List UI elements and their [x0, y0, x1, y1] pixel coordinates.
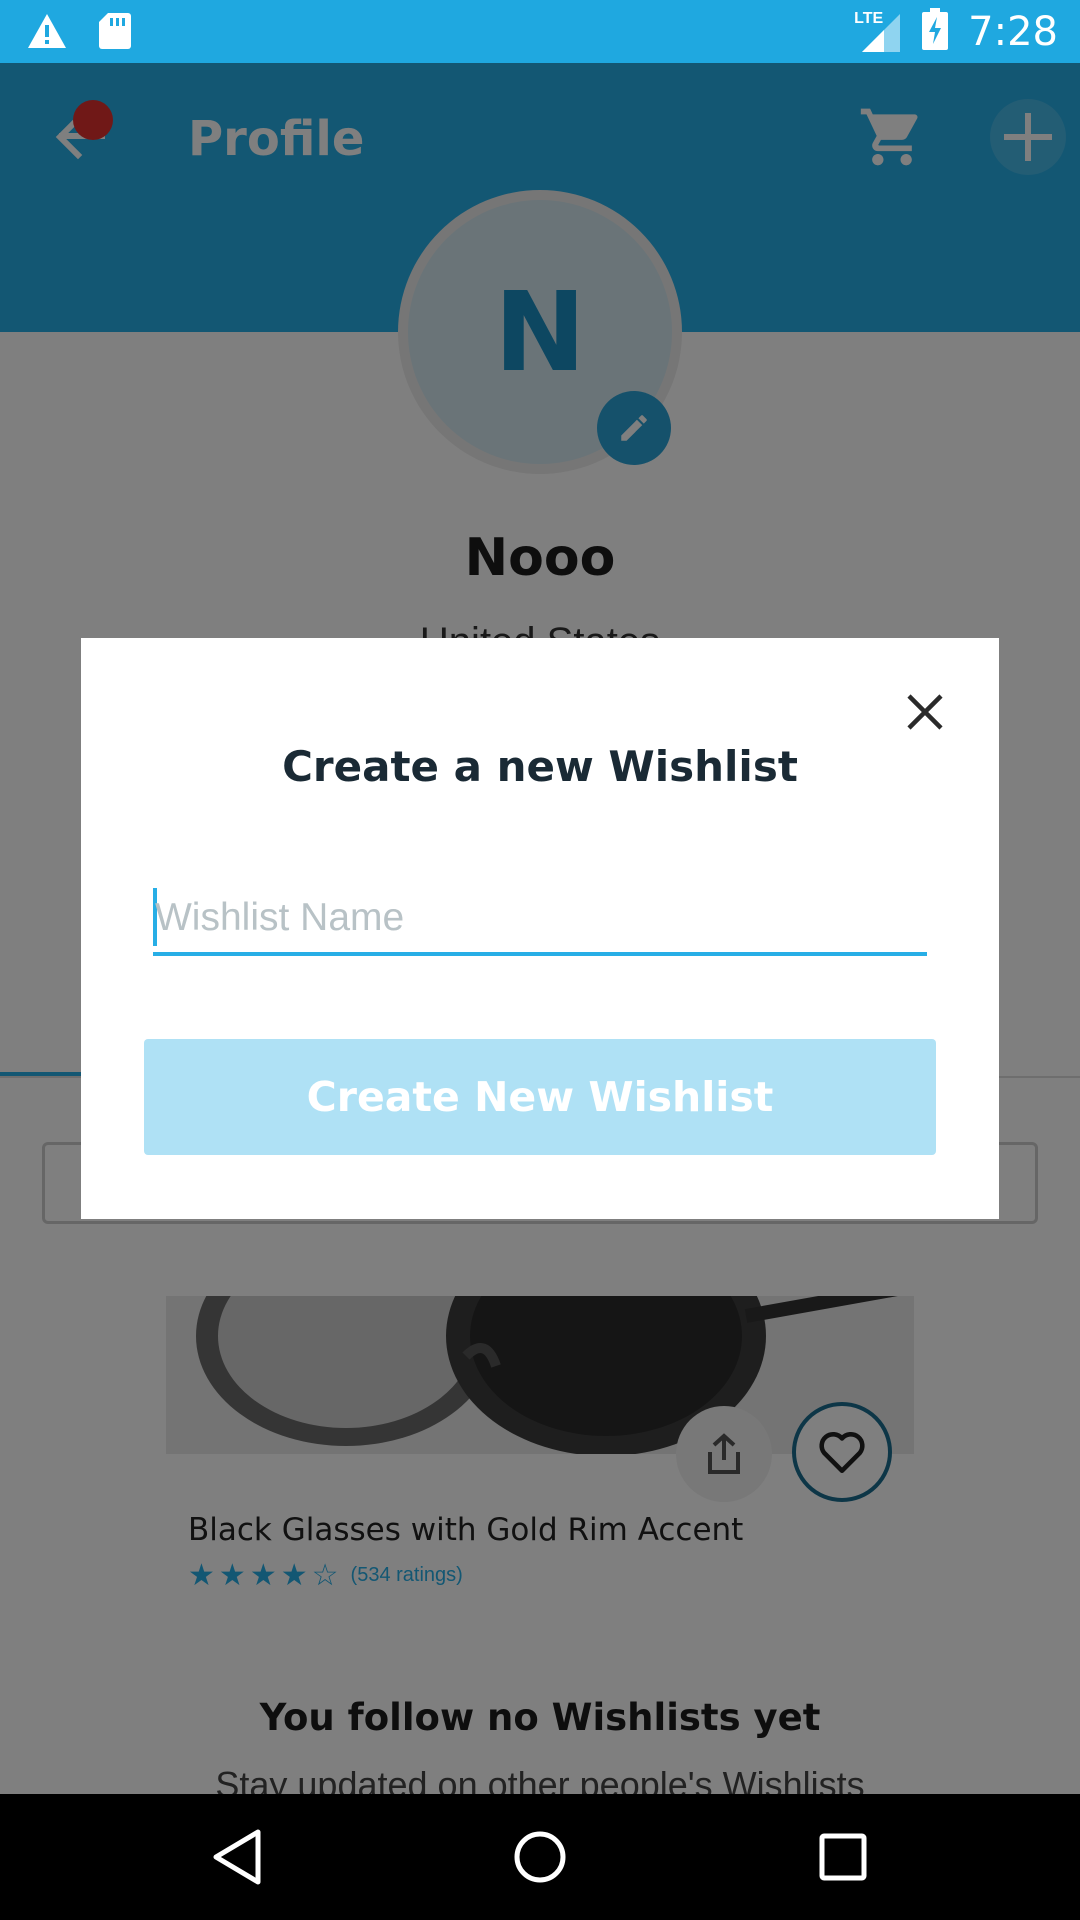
nav-home-icon	[514, 1831, 566, 1883]
nav-recents-button[interactable]	[810, 1824, 876, 1890]
create-wishlist-button[interactable]: Create New Wishlist	[144, 1039, 936, 1155]
nav-home-button[interactable]	[507, 1824, 573, 1890]
close-icon	[907, 694, 943, 730]
create-wishlist-button-label: Create New Wishlist	[306, 1073, 774, 1121]
wishlist-name-field[interactable]	[153, 884, 927, 956]
nav-recents-icon	[819, 1833, 867, 1881]
warning-icon	[26, 12, 68, 55]
nav-back-icon	[213, 1829, 261, 1885]
status-time: 7:28	[968, 8, 1058, 55]
create-wishlist-dialog: Create a new Wishlist Create New Wishlis…	[81, 638, 999, 1219]
wishlist-name-input[interactable]	[153, 884, 927, 952]
navigation-bar	[0, 1794, 1080, 1920]
sd-card-icon	[98, 12, 132, 55]
dialog-title: Create a new Wishlist	[282, 742, 798, 791]
battery-charging-icon	[922, 8, 949, 55]
status-bar: LTE 7:28	[0, 0, 1080, 63]
nav-back-button[interactable]	[206, 1824, 272, 1890]
signal-icon: LTE	[854, 10, 902, 54]
close-button[interactable]	[899, 686, 951, 738]
